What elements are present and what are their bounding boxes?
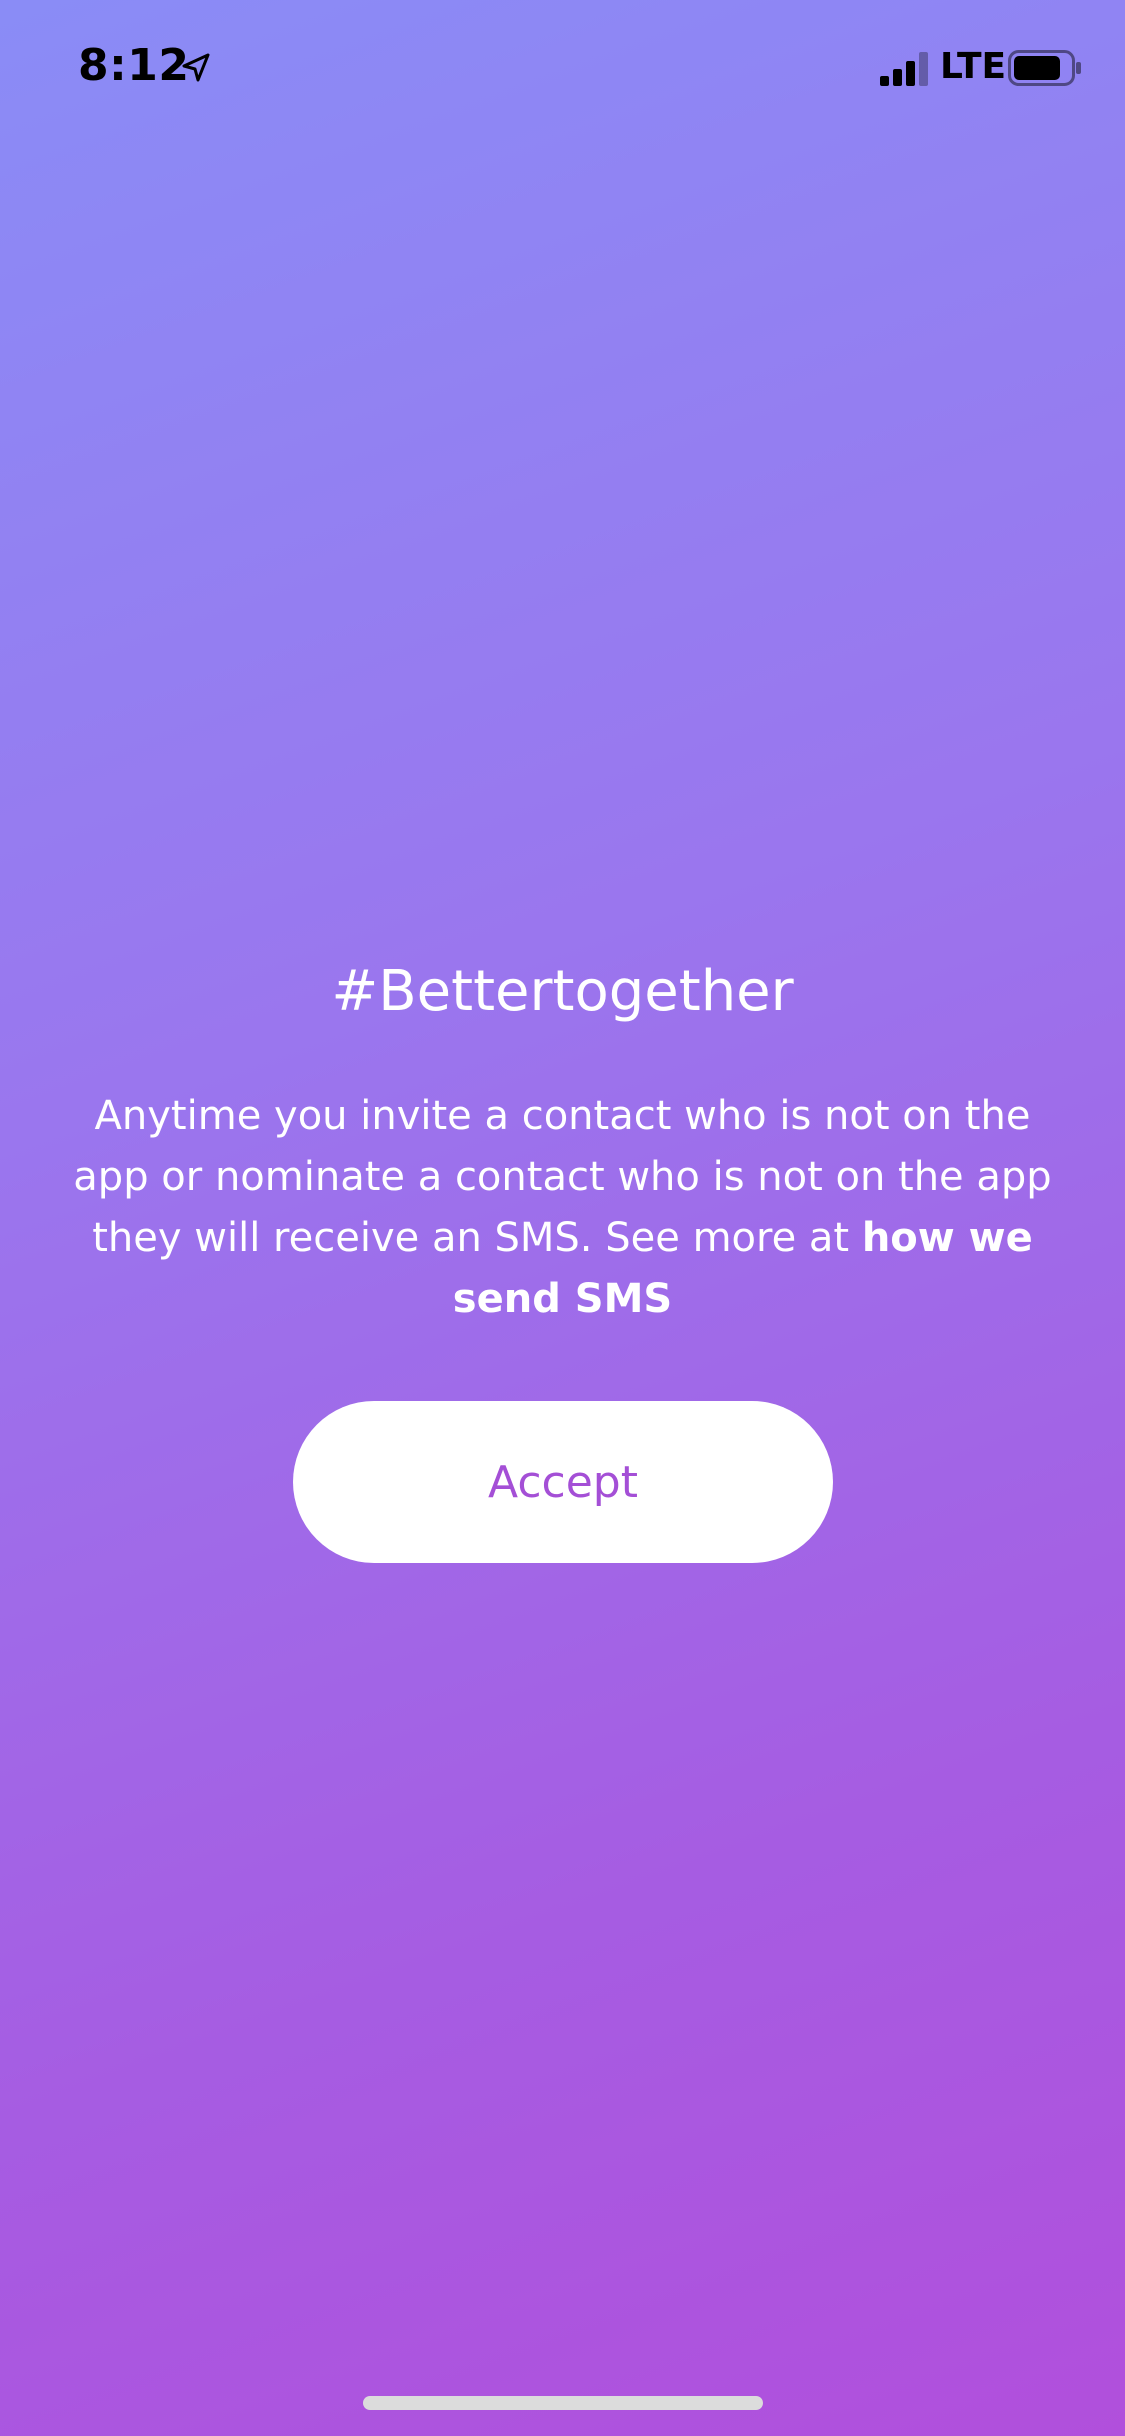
battery-icon (1008, 50, 1082, 86)
location-arrow-icon (180, 52, 212, 84)
sms-info-text: Anytime you invite a contact who is not … (60, 1086, 1065, 1330)
home-indicator[interactable] (363, 2396, 763, 2410)
status-time: 8:12 (78, 40, 190, 91)
signal-icon (880, 52, 932, 86)
accept-button[interactable]: Accept (293, 1401, 833, 1563)
network-type-label: LTE (940, 46, 1007, 87)
status-bar: 8:12 LTE (0, 0, 1125, 140)
page-title: #Bettertogether (331, 959, 794, 1024)
